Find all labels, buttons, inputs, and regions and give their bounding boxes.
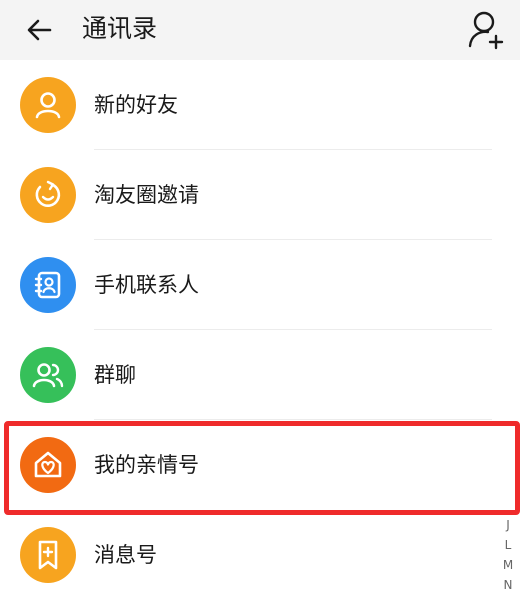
group-chat-icon <box>32 363 64 388</box>
list-item-label: 我的亲情号 <box>94 453 199 477</box>
list-item-label: 群聊 <box>94 363 136 387</box>
list-item-phone-contacts[interactable]: 手机联系人 <box>0 240 520 330</box>
index-letter[interactable]: M <box>500 555 516 575</box>
back-button[interactable] <box>22 12 58 48</box>
list-item-label: 消息号 <box>94 543 157 567</box>
list-item-taoyou-invite[interactable]: 淘友圈邀请 <box>0 150 520 240</box>
add-friend-button[interactable] <box>466 8 506 52</box>
alphabet-index-bar[interactable]: J L M N <box>500 515 516 595</box>
message-account-avatar <box>20 527 76 583</box>
arrow-left-icon <box>27 19 52 41</box>
person-icon <box>35 92 61 119</box>
index-letter[interactable]: L <box>500 535 516 555</box>
phone-contacts-avatar <box>20 257 76 313</box>
group-chat-avatar <box>20 347 76 403</box>
home-heart-icon <box>34 451 62 478</box>
page-title: 通讯录 <box>82 14 158 43</box>
top-app-bar: 通讯录 <box>0 0 520 60</box>
new-friends-avatar <box>20 77 76 133</box>
list-item-message-account[interactable]: 消息号 <box>0 510 520 600</box>
phone-contact-icon <box>34 271 61 299</box>
list-item-group-chat[interactable]: 群聊 <box>0 330 520 420</box>
index-letter[interactable]: J <box>500 515 516 535</box>
index-letter[interactable]: N <box>500 575 516 595</box>
list-item-label: 新的好友 <box>94 93 178 117</box>
bookmark-plus-icon <box>38 540 58 570</box>
list-item-label: 手机联系人 <box>94 273 199 297</box>
family-number-avatar <box>20 437 76 493</box>
taoyou-invite-avatar <box>20 167 76 223</box>
list-item-new-friends[interactable]: 新的好友 <box>0 60 520 150</box>
refresh-smile-icon <box>35 180 61 207</box>
list-item-label: 淘友圈邀请 <box>94 183 199 207</box>
add-friend-icon <box>468 11 504 50</box>
list-item-family-number[interactable]: 我的亲情号 <box>0 420 520 510</box>
